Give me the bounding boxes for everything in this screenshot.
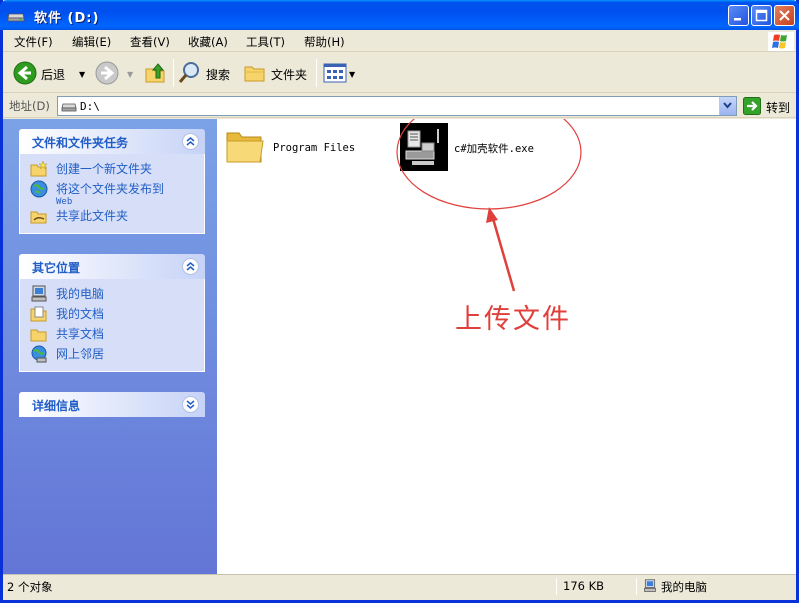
status-size: 176 KB	[563, 579, 605, 593]
place-shared-documents-label: 共享文档	[56, 327, 105, 341]
window-title: 软件 (D:)	[34, 11, 100, 26]
place-my-documents-label: 我的文档	[56, 307, 105, 321]
minimize-button[interactable]	[728, 5, 749, 26]
search-button[interactable]: 搜索	[178, 61, 230, 87]
other-places-title: 其它位置	[32, 261, 81, 275]
task-publish-web[interactable]: 将这个文件夹发布到 Web	[30, 180, 204, 207]
address-input[interactable]: D:\	[57, 96, 737, 116]
status-divider	[556, 578, 557, 595]
go-label: 转到	[766, 101, 791, 115]
file-view: Program Files c#加壳软件.exe 上传文件	[217, 119, 796, 574]
my-computer-icon	[643, 578, 657, 596]
my-documents-icon	[30, 305, 48, 323]
windows-logo-icon	[768, 32, 794, 51]
network-places-icon	[30, 345, 48, 363]
back-label: 后退	[41, 67, 66, 82]
toolbar: 后退 ▼ ▼ 搜索 文件夹 ▼	[3, 53, 796, 93]
status-divider	[636, 578, 637, 595]
menu-help[interactable]: 帮助(H)	[304, 34, 345, 50]
up-folder-button[interactable]	[144, 61, 168, 87]
status-location-label: 我的电脑	[661, 580, 707, 594]
folders-button[interactable]: 文件夹	[243, 61, 307, 87]
collapse-chevron-icon[interactable]	[182, 133, 199, 150]
view-grid-icon	[323, 62, 347, 87]
place-network[interactable]: 网上邻居	[30, 345, 204, 365]
task-share-folder[interactable]: 共享此文件夹	[30, 207, 204, 227]
place-my-computer-label: 我的电脑	[56, 287, 105, 301]
menu-view[interactable]: 查看(V)	[130, 34, 170, 50]
other-places-body: 我的电脑 我的文档 共享文档 网上邻居	[19, 279, 205, 372]
views-button[interactable]: ▼	[323, 61, 355, 87]
task-publish-web-sub: Web	[56, 197, 73, 207]
address-bar: 地址(D) D:\ 转到	[3, 94, 796, 118]
details-header[interactable]: 详细信息	[19, 392, 205, 417]
back-arrow-icon	[13, 61, 37, 88]
annotation-arrow-line	[490, 214, 516, 292]
place-my-computer[interactable]: 我的电脑	[30, 285, 204, 305]
new-folder-icon	[30, 160, 48, 178]
explorer-window: 软件 (D:) 文件(F) 编辑(E) 查看(V) 收藏(A) 工具(T) 帮助…	[0, 0, 799, 603]
shared-documents-icon	[30, 325, 48, 343]
annotation-text: 上传文件	[455, 304, 571, 335]
status-bar: 2 个对象 176 KB 我的电脑	[3, 574, 796, 597]
task-pane: 文件和文件夹任务 创建一个新文件夹 将这个文件夹发布到 Web 共享此文件夹 其…	[3, 119, 217, 574]
annotation-overlay	[396, 119, 582, 292]
address-dropdown-button[interactable]	[719, 97, 736, 115]
task-publish-web-label: 将这个文件夹发布到 Web	[56, 180, 164, 207]
search-label: 搜索	[206, 67, 231, 82]
folders-label: 文件夹	[271, 67, 308, 82]
up-folder-icon	[144, 61, 168, 88]
menu-edit[interactable]: 编辑(E)	[72, 34, 111, 50]
toolbar-separator	[316, 59, 317, 87]
drive-icon	[7, 8, 25, 22]
publish-web-icon	[30, 180, 48, 198]
menu-tools[interactable]: 工具(T)	[246, 34, 285, 50]
menu-file[interactable]: 文件(F)	[14, 34, 53, 50]
folders-icon	[243, 61, 267, 88]
details-panel: 详细信息	[19, 392, 205, 417]
file-tasks-title: 文件和文件夹任务	[32, 136, 129, 150]
back-dropdown-icon[interactable]: ▼	[79, 70, 85, 79]
task-new-folder-label: 创建一个新文件夹	[56, 162, 153, 176]
address-label: 地址(D)	[9, 99, 50, 113]
close-button[interactable]	[774, 5, 795, 26]
place-network-label: 网上邻居	[56, 347, 105, 361]
other-places-header[interactable]: 其它位置	[19, 254, 205, 279]
collapse-chevron-icon[interactable]	[182, 258, 199, 275]
drive-icon	[61, 101, 77, 115]
task-share-folder-label: 共享此文件夹	[56, 209, 129, 223]
menu-bar: 文件(F) 编辑(E) 查看(V) 收藏(A) 工具(T) 帮助(H)	[3, 30, 796, 52]
maximize-button[interactable]	[751, 5, 772, 26]
forward-dropdown-icon: ▼	[127, 69, 134, 79]
file-tasks-panel: 文件和文件夹任务 创建一个新文件夹 将这个文件夹发布到 Web 共享此文件夹	[19, 129, 205, 234]
title-bar[interactable]: 软件 (D:)	[0, 0, 799, 30]
forward-arrow-icon	[95, 61, 119, 88]
toolbar-separator	[173, 59, 174, 87]
place-shared-documents[interactable]: 共享文档	[30, 325, 204, 345]
go-arrow-icon	[743, 97, 761, 118]
status-object-count: 2 个对象	[7, 580, 53, 594]
file-tasks-header[interactable]: 文件和文件夹任务	[19, 129, 205, 154]
forward-button[interactable]: ▼	[95, 61, 133, 87]
other-places-panel: 其它位置 我的电脑 我的文档 共享文档 网上邻居	[19, 254, 205, 372]
search-icon	[178, 61, 202, 88]
expand-chevron-icon[interactable]	[182, 396, 199, 413]
go-button[interactable]: 转到	[743, 97, 790, 118]
task-publish-web-text: 将这个文件夹发布到	[56, 182, 165, 196]
file-tasks-body: 创建一个新文件夹 将这个文件夹发布到 Web 共享此文件夹	[19, 154, 205, 234]
share-folder-icon	[30, 207, 48, 225]
status-location: 我的电脑	[639, 577, 789, 595]
details-title: 详细信息	[32, 399, 81, 413]
task-new-folder[interactable]: 创建一个新文件夹	[30, 160, 204, 180]
views-dropdown-icon[interactable]: ▼	[349, 70, 355, 79]
address-value: D:\	[80, 100, 100, 113]
place-my-documents[interactable]: 我的文档	[30, 305, 204, 325]
my-computer-icon	[30, 285, 48, 303]
menu-favorites[interactable]: 收藏(A)	[188, 34, 228, 50]
annotation-ellipse	[396, 119, 582, 210]
back-button[interactable]: 后退 ▼	[13, 61, 85, 87]
